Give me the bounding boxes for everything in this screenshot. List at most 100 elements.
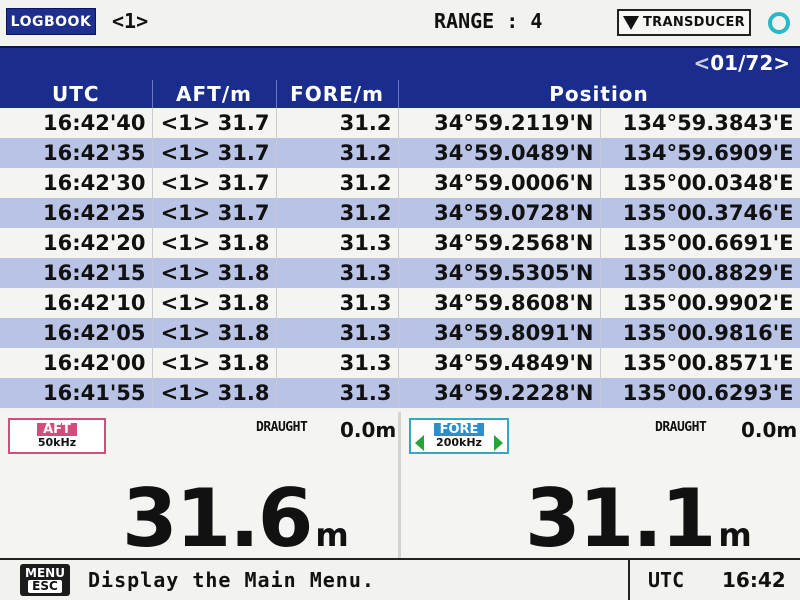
fore-badge-label: FORE [433,423,485,436]
cell-fore: 31.3 [276,318,399,348]
table-row: 16:42'10 <1> 31.8 31.3 34°59.8608'N 135°… [0,288,800,318]
aft-draught-label: DRAUGHT [256,420,308,435]
table-row: 16:42'35 <1> 31.7 31.2 34°59.0489'N 134°… [0,138,800,168]
table-header-row: UTC AFT/m FORE/m Position [0,80,800,108]
table-row: 16:42'25 <1> 31.7 31.2 34°59.0728'N 135°… [0,198,800,228]
table-row: 16:42'30 <1> 31.7 31.2 34°59.0006'N 135°… [0,168,800,198]
fore-badge-frequency: 200kHz [436,436,482,449]
table-row: 16:42'20 <1> 31.8 31.3 34°59.2568'N 135°… [0,228,800,258]
cell-fore: 31.2 [276,198,399,228]
cell-utc: 16:41'55 [0,378,153,408]
table-row: 16:42'15 <1> 31.8 31.3 34°59.5305'N 135°… [0,258,800,288]
fore-draught-value: 0.0m [741,418,798,442]
aft-depth-readout: 31.6 m [122,472,349,565]
cell-utc: 16:42'10 [0,288,153,318]
aft-draught-value: 0.0m [340,418,397,442]
cell-aft: <1> 31.7 [152,168,277,198]
cell-latitude: 34°59.0489'N [398,138,601,168]
esc-key-label: ESC [28,580,62,593]
cell-longitude: 134°59.6909'E [600,138,800,168]
status-footer: MENU ESC Display the Main Menu. UTC 16:4… [0,558,800,600]
fore-draught-label: DRAUGHT [655,420,707,435]
cell-utc: 16:42'20 [0,228,153,258]
footer-divider [628,560,630,600]
page-indicator[interactable]: <01/72> [694,51,791,75]
cell-aft: <1> 31.7 [152,198,277,228]
fore-right-arrow-icon [494,435,503,451]
fore-transducer-badge: FORE 200kHz [409,418,509,454]
cell-latitude: 34°59.8091'N [398,318,601,348]
transducer-label: TRANSDUCER [643,15,745,30]
page-number: 01/72> [710,51,790,75]
transducer-icon [623,15,639,30]
cell-fore: 31.3 [276,228,399,258]
cell-aft: <1> 31.8 [152,318,277,348]
cell-utc: 16:42'25 [0,198,153,228]
help-message: Display the Main Menu. [88,568,375,592]
table-row: 16:42'00 <1> 31.8 31.3 34°59.4849'N 135°… [0,348,800,378]
cell-fore: 31.3 [276,288,399,318]
cell-utc: 16:42'00 [0,348,153,378]
aft-readout-panel: AFT 50kHz DRAUGHT 0.0m 31.6 m [0,412,398,565]
column-header-aft: AFT/m [152,80,277,108]
channel-indicator: <1> [112,9,149,33]
cell-longitude: 135°00.9816'E [600,318,800,348]
cell-aft: <1> 31.8 [152,258,277,288]
logbook-table: UTC AFT/m FORE/m Position 16:42'40 <1> 3… [0,80,800,408]
aft-depth-value: 31.6 [122,472,313,565]
cell-fore: 31.3 [276,378,399,408]
aft-transducer-badge: AFT 50kHz [8,418,106,454]
fore-depth-value: 31.1 [525,472,716,565]
utc-time: 16:42 [722,568,786,592]
logbook-button[interactable]: LOGBOOK [6,8,96,35]
column-header-utc: UTC [0,80,153,108]
cell-aft: <1> 31.7 [152,138,277,168]
aft-badge-frequency: 50kHz [37,436,77,449]
transducer-button[interactable]: TRANSDUCER [617,9,751,36]
page-prev-arrow[interactable]: < [694,51,711,75]
cell-latitude: 34°59.4849'N [398,348,601,378]
aft-depth-unit: m [315,516,349,554]
cell-aft: <1> 31.8 [152,378,277,408]
cell-latitude: 34°59.8608'N [398,288,601,318]
cell-aft: <1> 31.8 [152,228,277,258]
cell-latitude: 34°59.2119'N [398,108,601,138]
cell-longitude: 135°00.3746'E [600,198,800,228]
table-row: 16:41'55 <1> 31.8 31.3 34°59.2228'N 135°… [0,378,800,408]
cell-utc: 16:42'30 [0,168,153,198]
fore-readout-panel: FORE 200kHz DRAUGHT 0.0m 31.1 m [401,412,800,565]
top-bar: LOGBOOK <1> RANGE : 4 TRANSDUCER [0,0,800,46]
cell-longitude: 135°00.8571'E [600,348,800,378]
fore-left-arrow-icon [415,435,424,451]
fore-depth-unit: m [718,516,752,554]
cell-aft: <1> 31.7 [152,108,277,138]
cell-latitude: 34°59.5305'N [398,258,601,288]
cell-longitude: 135°00.6293'E [600,378,800,408]
menu-esc-button[interactable]: MENU ESC [20,564,70,596]
cell-fore: 31.3 [276,348,399,378]
cell-longitude: 135°00.9902'E [600,288,800,318]
page-bar: <01/72> [0,46,800,80]
aft-badge-label: AFT [37,423,77,436]
cell-longitude: 135°00.8829'E [600,258,800,288]
cell-fore: 31.3 [276,258,399,288]
cell-utc: 16:42'35 [0,138,153,168]
cell-latitude: 34°59.2568'N [398,228,601,258]
table-row: 16:42'40 <1> 31.7 31.2 34°59.2119'N 134°… [0,108,800,138]
utc-label: UTC [648,568,685,592]
fore-depth-readout: 31.1 m [525,472,752,565]
range-indicator: RANGE : 4 [434,9,543,33]
cell-longitude: 135°00.0348'E [600,168,800,198]
table-row: 16:42'05 <1> 31.8 31.3 34°59.8091'N 135°… [0,318,800,348]
cell-aft: <1> 31.8 [152,288,277,318]
cell-utc: 16:42'15 [0,258,153,288]
cell-aft: <1> 31.8 [152,348,277,378]
cell-longitude: 135°00.6691'E [600,228,800,258]
column-header-position: Position [398,80,800,108]
cell-utc: 16:42'40 [0,108,153,138]
cell-utc: 16:42'05 [0,318,153,348]
cell-fore: 31.2 [276,138,399,168]
cell-latitude: 34°59.2228'N [398,378,601,408]
cell-longitude: 134°59.3843'E [600,108,800,138]
cell-latitude: 34°59.0006'N [398,168,601,198]
